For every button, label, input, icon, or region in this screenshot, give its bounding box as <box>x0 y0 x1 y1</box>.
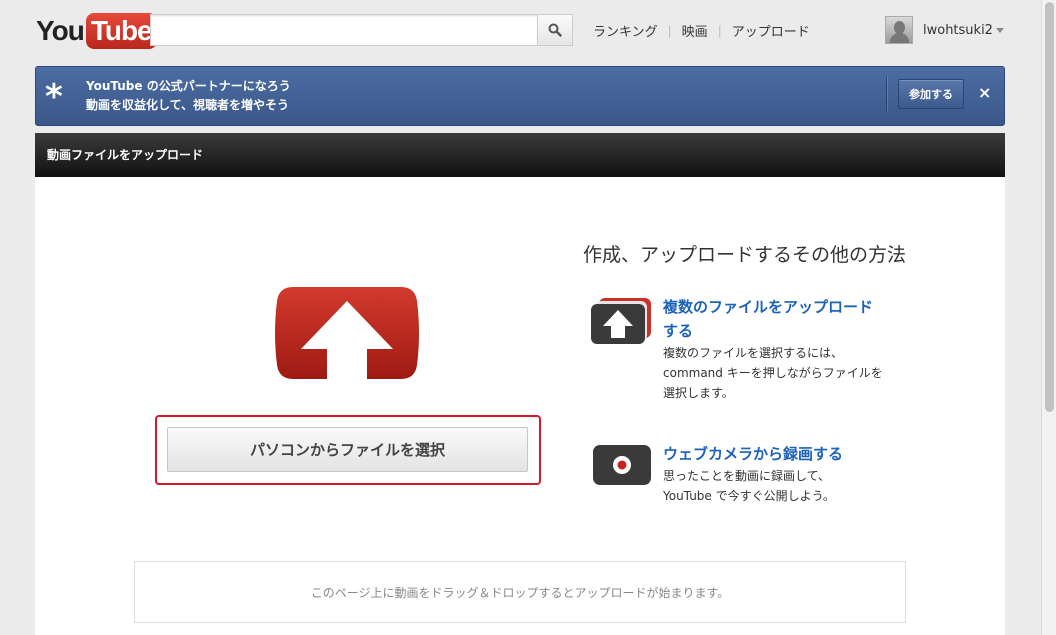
upload-panel: 動画ファイルをアップロード パソコンからファイルを選択 作成、アップロードするそ… <box>35 133 1005 635</box>
join-partner-button[interactable]: 参加する <box>898 79 964 109</box>
banner-divider <box>886 77 887 113</box>
partner-banner: * YouTube の公式パートナーになろう 動画を収益化して、視聴者を増やそう… <box>35 66 1005 126</box>
multi-upload-title-2[interactable]: する <box>663 319 923 343</box>
drag-drop-zone[interactable]: このページ上に動画をドラッグ＆ドロップするとアップロードが始まります。 <box>134 561 906 623</box>
desc-line: 選択します。 <box>663 386 734 400</box>
multi-upload-icon[interactable] <box>591 298 653 346</box>
vertical-scrollbar[interactable] <box>1041 0 1056 635</box>
multi-upload-title-1[interactable]: 複数のファイルをアップロード <box>663 295 923 319</box>
nav-ranking[interactable]: ランキング <box>593 21 658 40</box>
desc-line: YouTube で今すぐ公開しよう。 <box>663 489 835 503</box>
masthead: You Tube ランキング | 映画 | アップロード lwohtsuki2 <box>0 0 1056 60</box>
close-icon[interactable]: × <box>978 83 991 102</box>
select-file-button[interactable]: パソコンからファイルを選択 <box>167 427 528 472</box>
asterisk-icon: * <box>45 77 63 117</box>
method-multi-text: 複数のファイルをアップロード する 複数のファイルを選択するには、 comman… <box>663 295 923 403</box>
search-icon <box>548 23 562 37</box>
youtube-logo[interactable]: You Tube <box>36 13 157 49</box>
search-button[interactable] <box>537 14 573 46</box>
avatar <box>885 16 913 44</box>
chevron-down-icon <box>995 27 1004 33</box>
banner-line-2: 動画を収益化して、視聴者を増やそう <box>86 98 290 112</box>
nav-separator: | <box>667 23 672 38</box>
multi-upload-link[interactable]: 複数のファイルをアップロード する <box>663 295 923 343</box>
banner-line-1: YouTube の公式パートナーになろう <box>86 79 291 93</box>
nav-movies[interactable]: 映画 <box>682 21 708 40</box>
desc-line: 複数のファイルを選択するには、 <box>663 346 844 360</box>
scrollbar-thumb[interactable] <box>1045 2 1054 412</box>
nav-upload[interactable]: アップロード <box>732 21 810 40</box>
webcam-desc: 思ったことを動画に録画して、 YouTube で今すぐ公開しよう。 <box>663 466 923 506</box>
username: lwohtsuki2 <box>923 22 993 38</box>
other-methods-title: 作成、アップロードするその他の方法 <box>583 244 907 266</box>
logo-tube-text: Tube <box>85 13 157 49</box>
desc-line: 思ったことを動画に録画して、 <box>663 469 831 483</box>
logo-you-text: You <box>36 15 85 46</box>
banner-text: YouTube の公式パートナーになろう 動画を収益化して、視聴者を増やそう <box>86 77 291 115</box>
upload-arrow-icon[interactable] <box>273 283 421 383</box>
panel-title: 動画ファイルをアップロード <box>35 133 1005 177</box>
desc-line: command キーを押しながらファイルを <box>663 366 883 380</box>
webcam-record-icon[interactable] <box>593 445 653 487</box>
nav-separator: | <box>717 23 722 38</box>
multi-upload-desc: 複数のファイルを選択するには、 command キーを押しながらファイルを 選択… <box>663 343 923 403</box>
select-file-highlight: パソコンからファイルを選択 <box>155 415 541 485</box>
search-input[interactable] <box>150 14 538 46</box>
method-webcam-text: ウェブカメラから録画する 思ったことを動画に録画して、 YouTube で今すぐ… <box>663 442 923 506</box>
top-nav: ランキング | 映画 | アップロード <box>593 21 810 41</box>
webcam-record-link[interactable]: ウェブカメラから録画する <box>663 442 923 466</box>
user-menu[interactable]: lwohtsuki2 <box>885 16 1004 44</box>
